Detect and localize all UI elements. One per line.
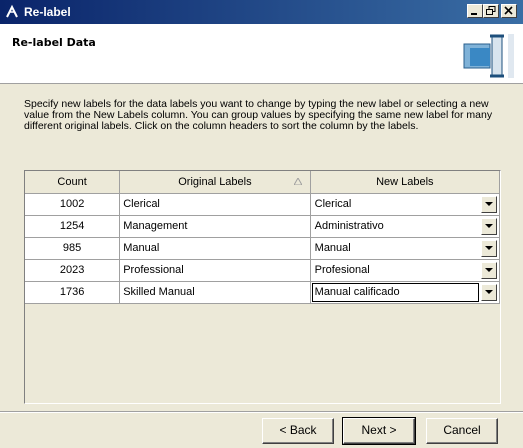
dropdown-button[interactable] (481, 261, 497, 279)
column-header-new-labels[interactable]: New Labels (310, 171, 501, 194)
sort-ascending-icon (293, 178, 302, 185)
new-label-value[interactable]: Profesional (315, 264, 370, 276)
table-row[interactable]: 985 Manual Manual (25, 237, 501, 260)
count-cell: 1002 (25, 193, 121, 216)
count-cell: 985 (25, 237, 121, 260)
chevron-down-icon (485, 267, 493, 272)
close-button[interactable] (501, 4, 517, 18)
wizard-header: Re-label Data (0, 24, 523, 84)
next-button[interactable]: Next > (342, 417, 416, 445)
minimize-icon (471, 13, 477, 15)
chevron-down-icon (485, 245, 493, 250)
original-label-cell: Professional (119, 259, 311, 282)
new-label-cell[interactable]: Manual calificado (310, 281, 501, 304)
table-row[interactable]: 1736 Skilled Manual Manual calificado (25, 281, 501, 304)
dropdown-button[interactable] (481, 239, 497, 257)
count-cell: 1254 (25, 215, 121, 238)
cancel-button[interactable]: Cancel (426, 418, 498, 444)
new-label-input[interactable]: Manual calificado (315, 286, 400, 298)
dropdown-button[interactable] (481, 195, 497, 213)
column-header-count[interactable]: Count (25, 171, 121, 194)
new-label-value[interactable]: Clerical (315, 198, 352, 210)
original-label-cell: Clerical (119, 193, 311, 216)
new-label-cell[interactable]: Manual (310, 237, 501, 260)
count-cell: 2023 (25, 259, 121, 282)
restore-button[interactable] (483, 4, 499, 18)
dropdown-button[interactable] (481, 217, 497, 235)
table-row[interactable]: 1254 Management Administrativo (25, 215, 501, 238)
window-title: Re-label (24, 5, 71, 19)
new-label-cell[interactable]: Clerical (310, 193, 501, 216)
new-label-value[interactable]: Administrativo (315, 220, 384, 232)
back-button[interactable]: < Back (262, 418, 334, 444)
app-icon (6, 4, 18, 18)
count-cell: 1736 (25, 281, 121, 304)
original-label-cell: Manual (119, 237, 311, 260)
relabel-grid[interactable]: Count Original Labels New Labels 1002 Cl… (24, 170, 501, 404)
chevron-down-icon (485, 289, 493, 294)
dropdown-button[interactable] (481, 283, 497, 301)
close-icon (504, 6, 513, 15)
restore-icon (486, 6, 496, 15)
minimize-button[interactable] (467, 4, 483, 18)
table-row[interactable]: 2023 Professional Profesional (25, 259, 501, 282)
page-title: Re-label Data (12, 36, 96, 49)
column-header-original-labels[interactable]: Original Labels (119, 171, 311, 194)
table-row[interactable]: 1002 Clerical Clerical (25, 193, 501, 216)
chevron-down-icon (485, 223, 493, 228)
instructions-text: Specify new labels for the data labels y… (24, 98, 493, 132)
footer-divider (0, 411, 523, 413)
relabel-wizard-icon (463, 34, 514, 78)
chevron-down-icon (485, 201, 493, 206)
new-label-cell[interactable]: Profesional (310, 259, 501, 282)
new-label-value[interactable]: Manual (315, 242, 351, 254)
new-label-cell[interactable]: Administrativo (310, 215, 501, 238)
original-label-cell: Skilled Manual (119, 281, 311, 304)
title-bar: Re-label (0, 0, 523, 24)
original-label-cell: Management (119, 215, 311, 238)
